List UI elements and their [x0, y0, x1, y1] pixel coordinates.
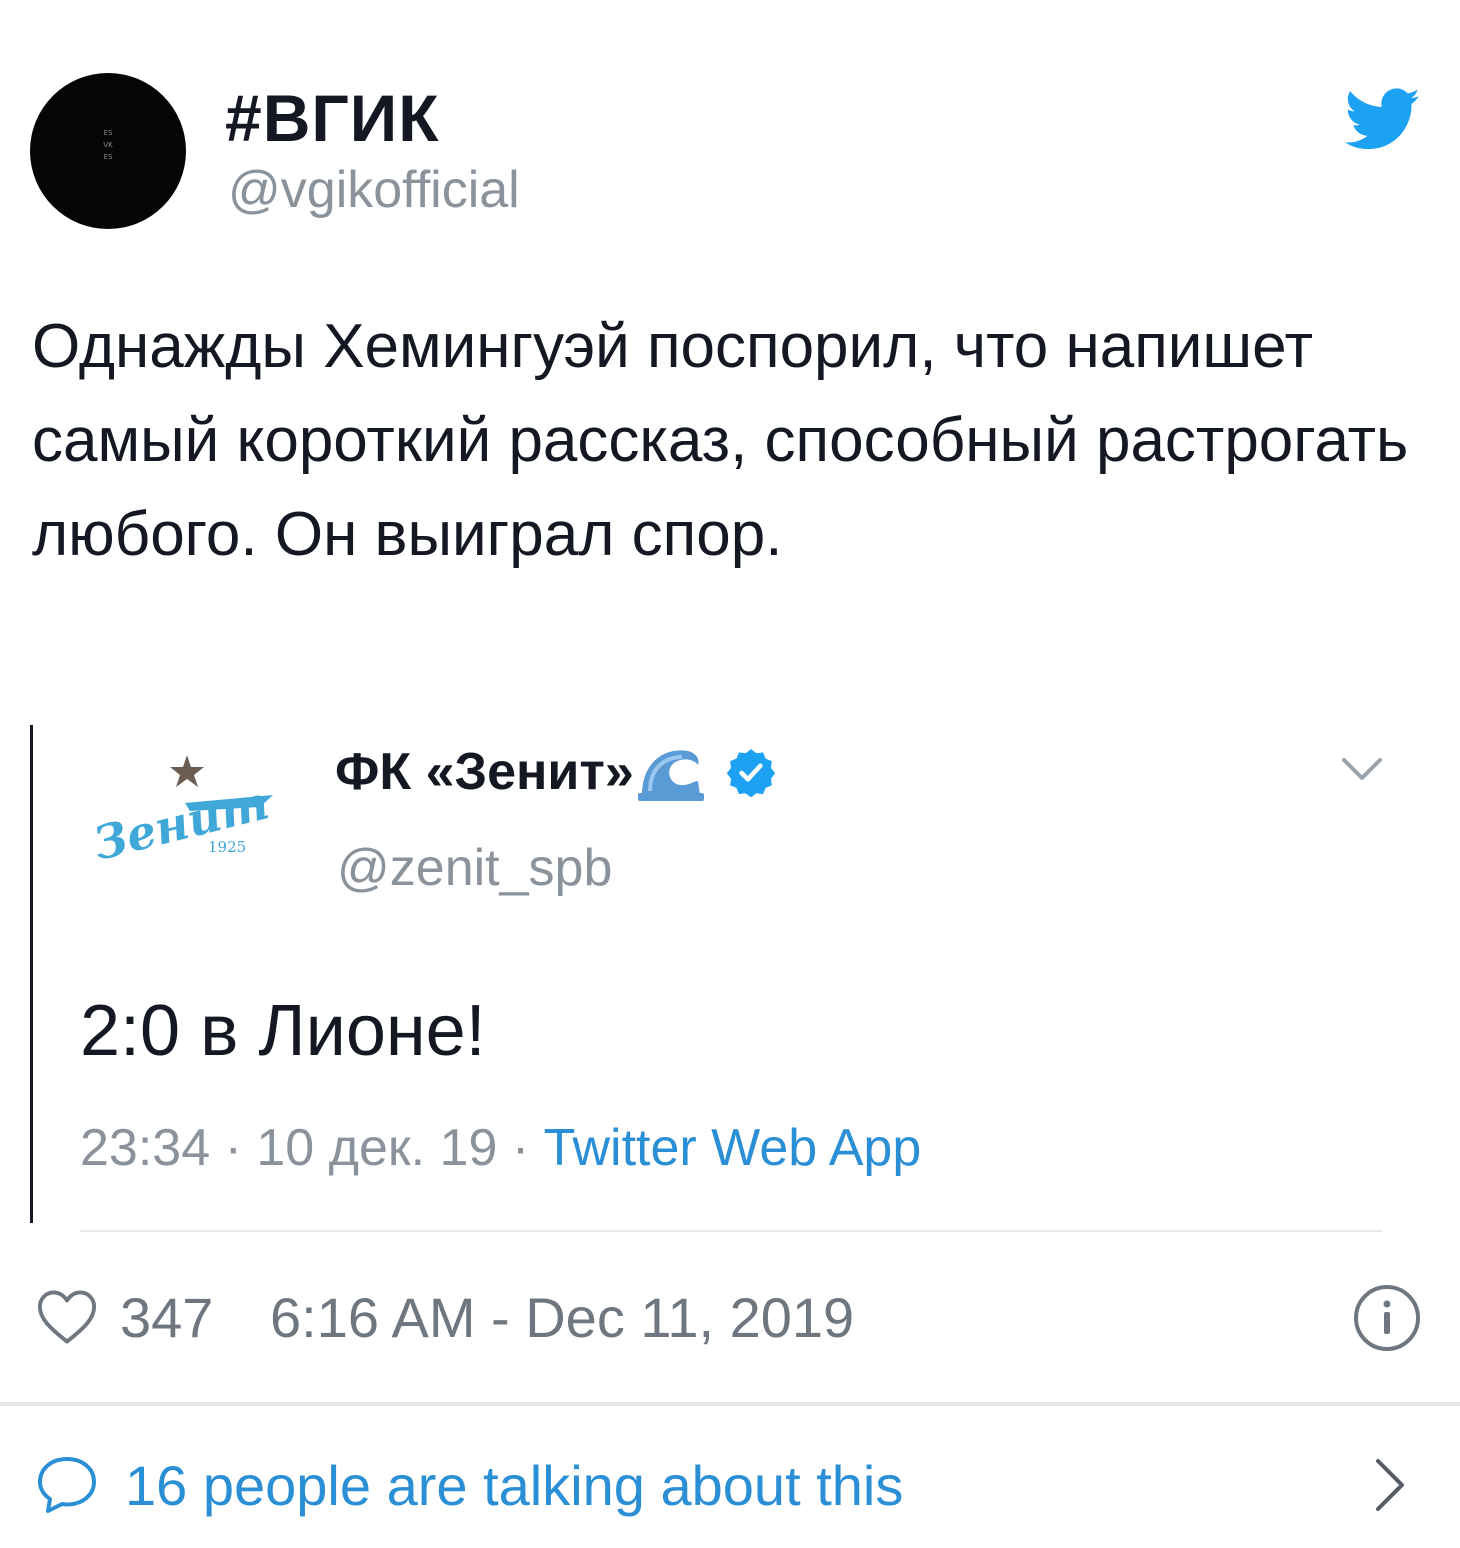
wave-emoji-icon	[637, 750, 704, 801]
chevron-right-icon[interactable]	[1370, 1455, 1410, 1515]
quoted-name-row[interactable]: ФК «Зенит»	[335, 740, 776, 804]
info-icon[interactable]	[1352, 1283, 1422, 1353]
quoted-author-name[interactable]: ФК «Зенит»	[335, 742, 634, 802]
logo-star-icon	[170, 755, 204, 787]
quoted-tweet-text: 2:0 в Лионе!	[80, 991, 486, 1071]
section-divider	[0, 1402, 1460, 1406]
verified-badge-icon	[726, 749, 775, 797]
logo-year: 1925	[208, 838, 246, 856]
heart-icon[interactable]	[36, 1288, 98, 1346]
logo-wordmark: Зенит	[90, 775, 274, 870]
author-handle[interactable]: @vgikofficial	[228, 160, 520, 220]
chevron-down-icon[interactable]	[1340, 750, 1384, 786]
speech-bubble-icon	[38, 1457, 96, 1513]
divider	[80, 1230, 1382, 1232]
like-count: 347	[120, 1286, 214, 1349]
quote-border	[30, 725, 33, 1223]
quoted-meta: 23:34 · 10 дек. 19 · Twitter Web App	[80, 1118, 921, 1178]
conversation-label[interactable]: 16 people are talking about this	[125, 1453, 903, 1518]
author-avatar[interactable]: ES VK ES	[30, 73, 186, 229]
quoted-timestamp: 23:34 · 10 дек. 19 ·	[80, 1119, 544, 1177]
tweet-text: Однажды Хемингуэй поспорил, что напишет …	[32, 312, 1409, 569]
zenit-logo: Зенит 1925	[90, 755, 274, 871]
twitter-bird-icon[interactable]	[1345, 88, 1421, 152]
tweet-timestamp[interactable]: 6:16 AM - Dec 11, 2019	[270, 1285, 854, 1350]
author-name[interactable]: #ВГИК	[225, 80, 440, 156]
avatar-logo-text: ES VK ES	[103, 129, 113, 161]
quoted-author-handle[interactable]: @zenit_spb	[337, 838, 612, 898]
quoted-source-link[interactable]: Twitter Web App	[544, 1119, 922, 1177]
